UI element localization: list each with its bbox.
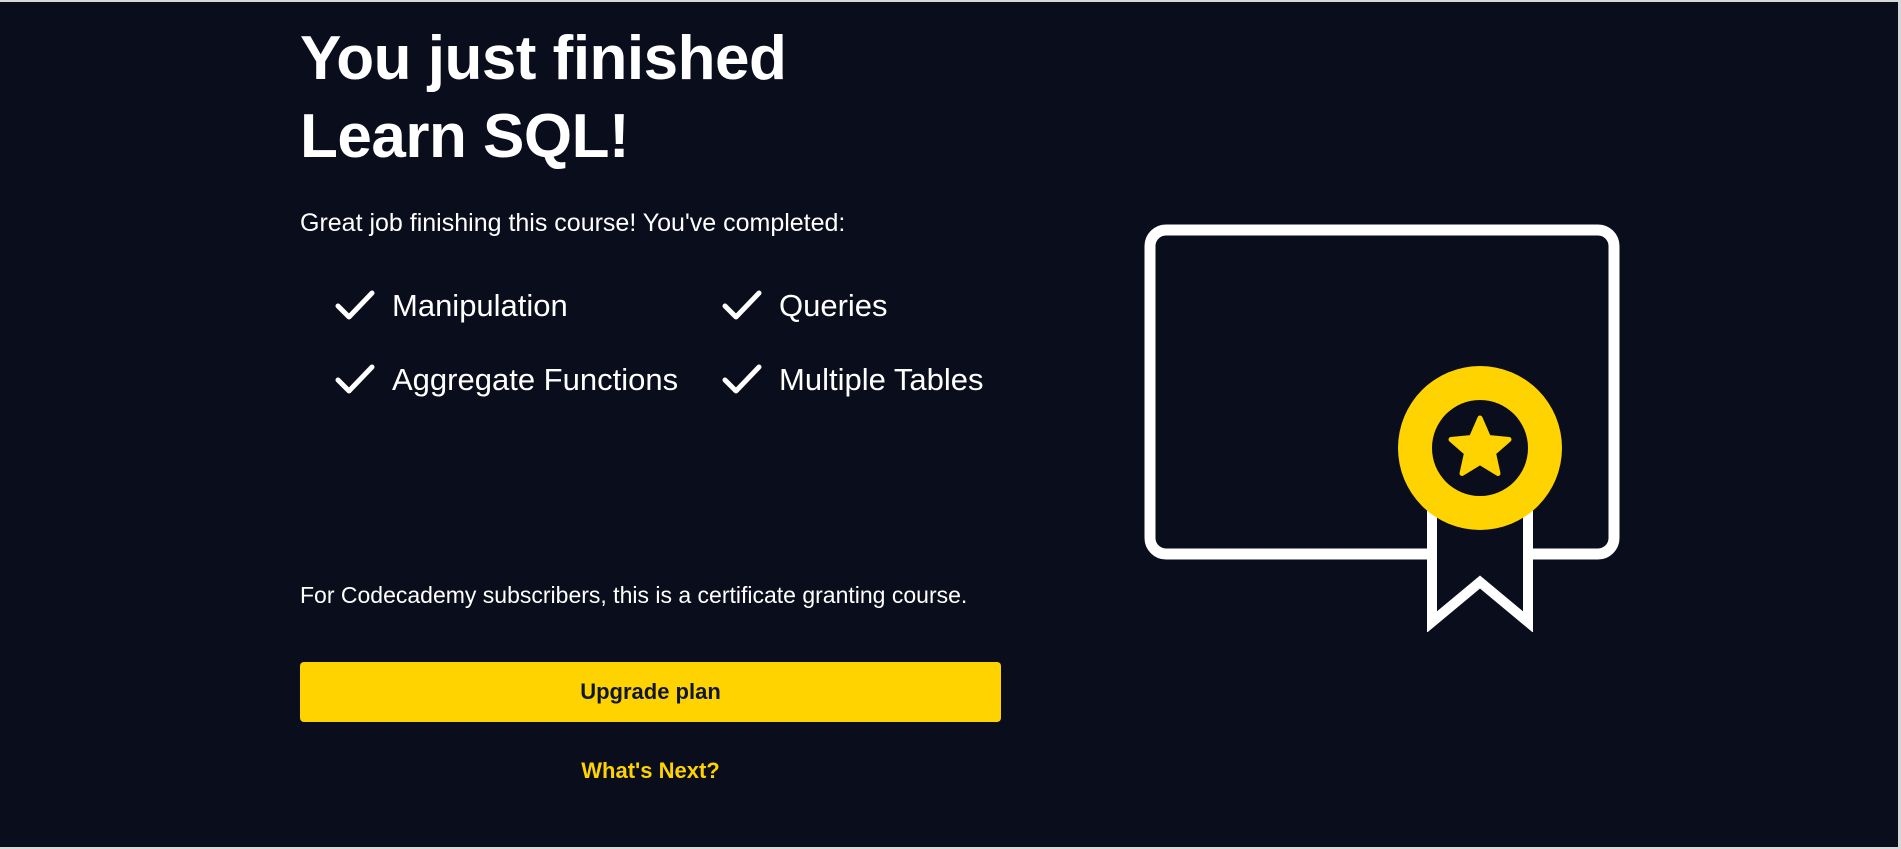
module-item-queries: Queries	[721, 284, 1041, 328]
title-line-2: Learn SQL!	[300, 102, 630, 171]
title-line-1: You just finished	[300, 24, 787, 93]
module-label: Manipulation	[392, 288, 568, 323]
module-label: Multiple Tables	[779, 362, 984, 397]
upgrade-plan-button[interactable]: Upgrade plan	[300, 662, 1001, 722]
module-item-multiple-tables: Multiple Tables	[721, 358, 1041, 402]
module-item-aggregate-functions: Aggregate Functions	[334, 358, 721, 402]
module-label: Aggregate Functions	[392, 362, 679, 397]
module-item-manipulation: Manipulation	[334, 284, 721, 328]
course-complete-page: You just finished Learn SQL! Great job f…	[0, 0, 1901, 849]
star-badge-icon	[1398, 366, 1562, 530]
check-icon	[722, 290, 762, 320]
page-title: You just finished Learn SQL!	[300, 20, 1020, 176]
completed-modules-list: Manipulation Queries Aggregate Functions…	[334, 284, 1054, 402]
check-icon	[722, 364, 762, 394]
completion-subtitle: Great job finishing this course! You've …	[300, 209, 846, 237]
certificate-note: For Codecademy subscribers, this is a ce…	[300, 582, 968, 608]
certificate-icon	[1144, 224, 1620, 632]
whats-next-link[interactable]: What's Next?	[300, 758, 1001, 784]
certificate-frame	[1144, 224, 1620, 560]
module-label: Queries	[779, 288, 888, 323]
check-icon	[335, 364, 375, 394]
check-icon	[335, 290, 375, 320]
